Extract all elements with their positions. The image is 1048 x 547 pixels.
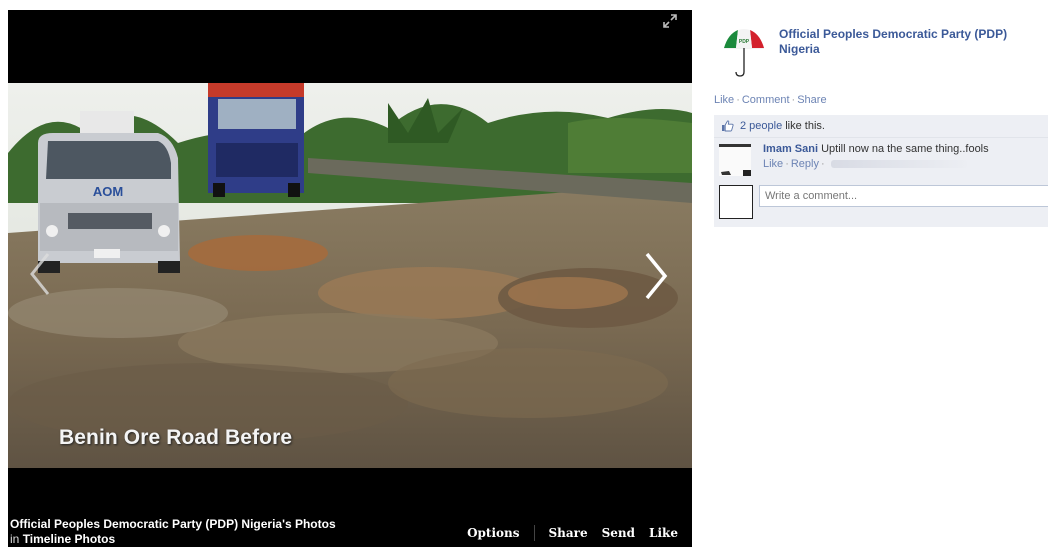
comment-author-link[interactable]: Imam Sani bbox=[763, 143, 818, 155]
separator: · bbox=[736, 94, 740, 106]
chevron-right-icon[interactable] bbox=[642, 250, 670, 302]
sidebar-empty-area bbox=[712, 230, 1048, 547]
album-in-text: in bbox=[10, 532, 20, 546]
album-name-link[interactable]: Timeline Photos bbox=[23, 532, 115, 546]
post-actions: Like · Comment · Share bbox=[714, 94, 827, 106]
expand-icon[interactable] bbox=[662, 13, 678, 29]
photo-sidebar: PDP Official Peoples Democratic Party (P… bbox=[712, 0, 1048, 547]
separator: · bbox=[820, 158, 825, 170]
post-share-link[interactable]: Share bbox=[797, 94, 826, 106]
comment-meta: Like · Reply · bbox=[763, 157, 967, 171]
comment-like-link[interactable]: Like bbox=[763, 158, 783, 170]
separator: · bbox=[791, 94, 796, 106]
comment-text: Imam Sani Uptill now na the same thing..… bbox=[763, 142, 989, 156]
avatar[interactable] bbox=[719, 144, 751, 176]
write-comment-row bbox=[719, 183, 1048, 221]
comment-input[interactable] bbox=[759, 185, 1048, 207]
comment-message: Uptill now na the same thing..fools bbox=[821, 143, 989, 155]
road-photo: AOM bbox=[8, 83, 692, 468]
logo-text: PDP bbox=[739, 39, 750, 45]
photo: AOM Benin Ore Road Before bbox=[8, 83, 692, 468]
thumbs-up-icon bbox=[722, 120, 734, 132]
likes-suffix: like this. bbox=[785, 120, 825, 132]
options-button[interactable]: Options bbox=[467, 526, 519, 540]
van-label: AOM bbox=[93, 184, 123, 199]
avatar bbox=[719, 185, 753, 219]
post-comment-link[interactable]: Comment bbox=[742, 94, 790, 106]
footer-actions: Options Share Send Like bbox=[467, 525, 678, 541]
like-button[interactable]: Like bbox=[649, 526, 678, 540]
post-like-link[interactable]: Like bbox=[714, 94, 734, 106]
feedback-box: 2 people like this. Imam Sani Uptill now… bbox=[714, 115, 1048, 227]
comment-item: Imam Sani Uptill now na the same thing..… bbox=[719, 142, 1048, 178]
album-owner-link[interactable]: Official Peoples Democratic Party (PDP) … bbox=[10, 517, 336, 531]
divider bbox=[714, 137, 1048, 138]
photo-caption: Benin Ore Road Before bbox=[59, 426, 293, 449]
separator: · bbox=[785, 158, 789, 170]
chevron-left-icon[interactable] bbox=[26, 250, 52, 298]
footer-divider bbox=[533, 525, 535, 541]
page-name-link[interactable]: Official Peoples Democratic Party (PDP) … bbox=[779, 27, 1048, 57]
album-subtitle: in Timeline Photos bbox=[10, 532, 115, 546]
share-button[interactable]: Share bbox=[549, 526, 588, 540]
photo-viewer: AOM Benin Ore Road Before Official Peopl… bbox=[8, 10, 692, 547]
comment-timestamp-redacted bbox=[830, 160, 967, 169]
pdp-umbrella-logo[interactable]: PDP bbox=[722, 26, 766, 78]
send-button[interactable]: Send bbox=[602, 526, 635, 540]
comment-reply-link[interactable]: Reply bbox=[791, 158, 819, 170]
likes-summary: 2 people like this. bbox=[721, 120, 825, 132]
viewer-footer: Official Peoples Democratic Party (PDP) … bbox=[8, 510, 692, 547]
likers-link[interactable]: 2 people bbox=[740, 120, 782, 132]
